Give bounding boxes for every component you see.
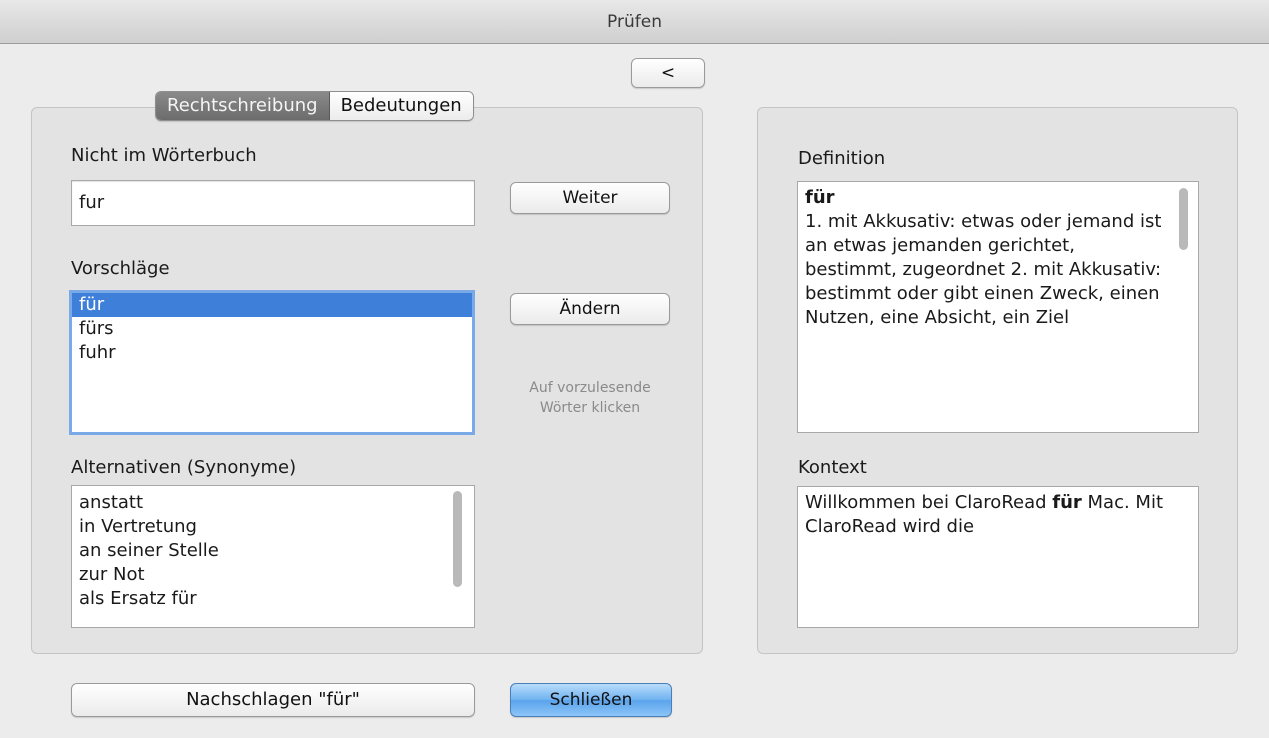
alternative-item[interactable]: als Ersatz für	[72, 587, 474, 611]
context-text[interactable]: Willkommen bei ClaroRead für Mac. Mit Cl…	[797, 486, 1199, 628]
word-field[interactable]: fur	[71, 180, 475, 226]
context-before: Willkommen bei ClaroRead	[805, 492, 1053, 513]
suggestion-item[interactable]: für	[72, 293, 472, 317]
click-hint-line: Wörter klicken	[539, 400, 641, 416]
alternatives-scrollbar[interactable]	[453, 491, 462, 587]
definition-text[interactable]: für 1. mit Akkusativ: etwas oder jemand …	[797, 181, 1199, 433]
suggestions-label: Vorschläge	[71, 258, 170, 279]
suggestion-item[interactable]: fuhr	[72, 341, 472, 365]
tab-bar: Rechtschreibung Bedeutungen	[155, 91, 474, 121]
alternative-item[interactable]: an seiner Stelle	[72, 539, 474, 563]
context-label: Kontext	[798, 457, 867, 478]
alternative-item[interactable]: zur Not	[72, 563, 474, 587]
not-in-dictionary-label: Nicht im Wörterbuch	[71, 145, 257, 166]
context-highlight: für	[1052, 492, 1082, 513]
change-button[interactable]: Ändern	[510, 293, 670, 325]
lookup-button[interactable]: Nachschlagen "für"	[71, 683, 475, 717]
back-button[interactable]: <	[631, 58, 705, 88]
definition-scrollbar[interactable]	[1179, 188, 1188, 250]
tab-spelling[interactable]: Rechtschreibung	[156, 92, 330, 120]
definition-word: für	[805, 187, 835, 208]
alternatives-label: Alternativen (Synonyme)	[71, 457, 297, 478]
alternative-item[interactable]: anstatt	[72, 491, 474, 515]
tab-meanings[interactable]: Bedeutungen	[329, 92, 473, 120]
suggestion-item[interactable]: fürs	[72, 317, 472, 341]
definition-body: 1. mit Akkusativ: etwas oder jemand ist …	[805, 211, 1162, 328]
definition-label: Definition	[798, 148, 886, 169]
close-button[interactable]: Schließen	[510, 683, 672, 717]
alternative-item[interactable]: in Vertretung	[72, 515, 474, 539]
window-title: Prüfen	[0, 0, 1269, 44]
click-hint-line: Auf vorzulesende	[529, 380, 651, 396]
word-field-value: fur	[79, 192, 105, 213]
suggestions-list[interactable]: für fürs fuhr	[69, 290, 475, 435]
click-hint: Auf vorzulesende Wörter klicken	[500, 378, 680, 418]
alternatives-list[interactable]: anstatt in Vertretung an seiner Stelle z…	[71, 485, 475, 628]
continue-button[interactable]: Weiter	[510, 182, 670, 214]
